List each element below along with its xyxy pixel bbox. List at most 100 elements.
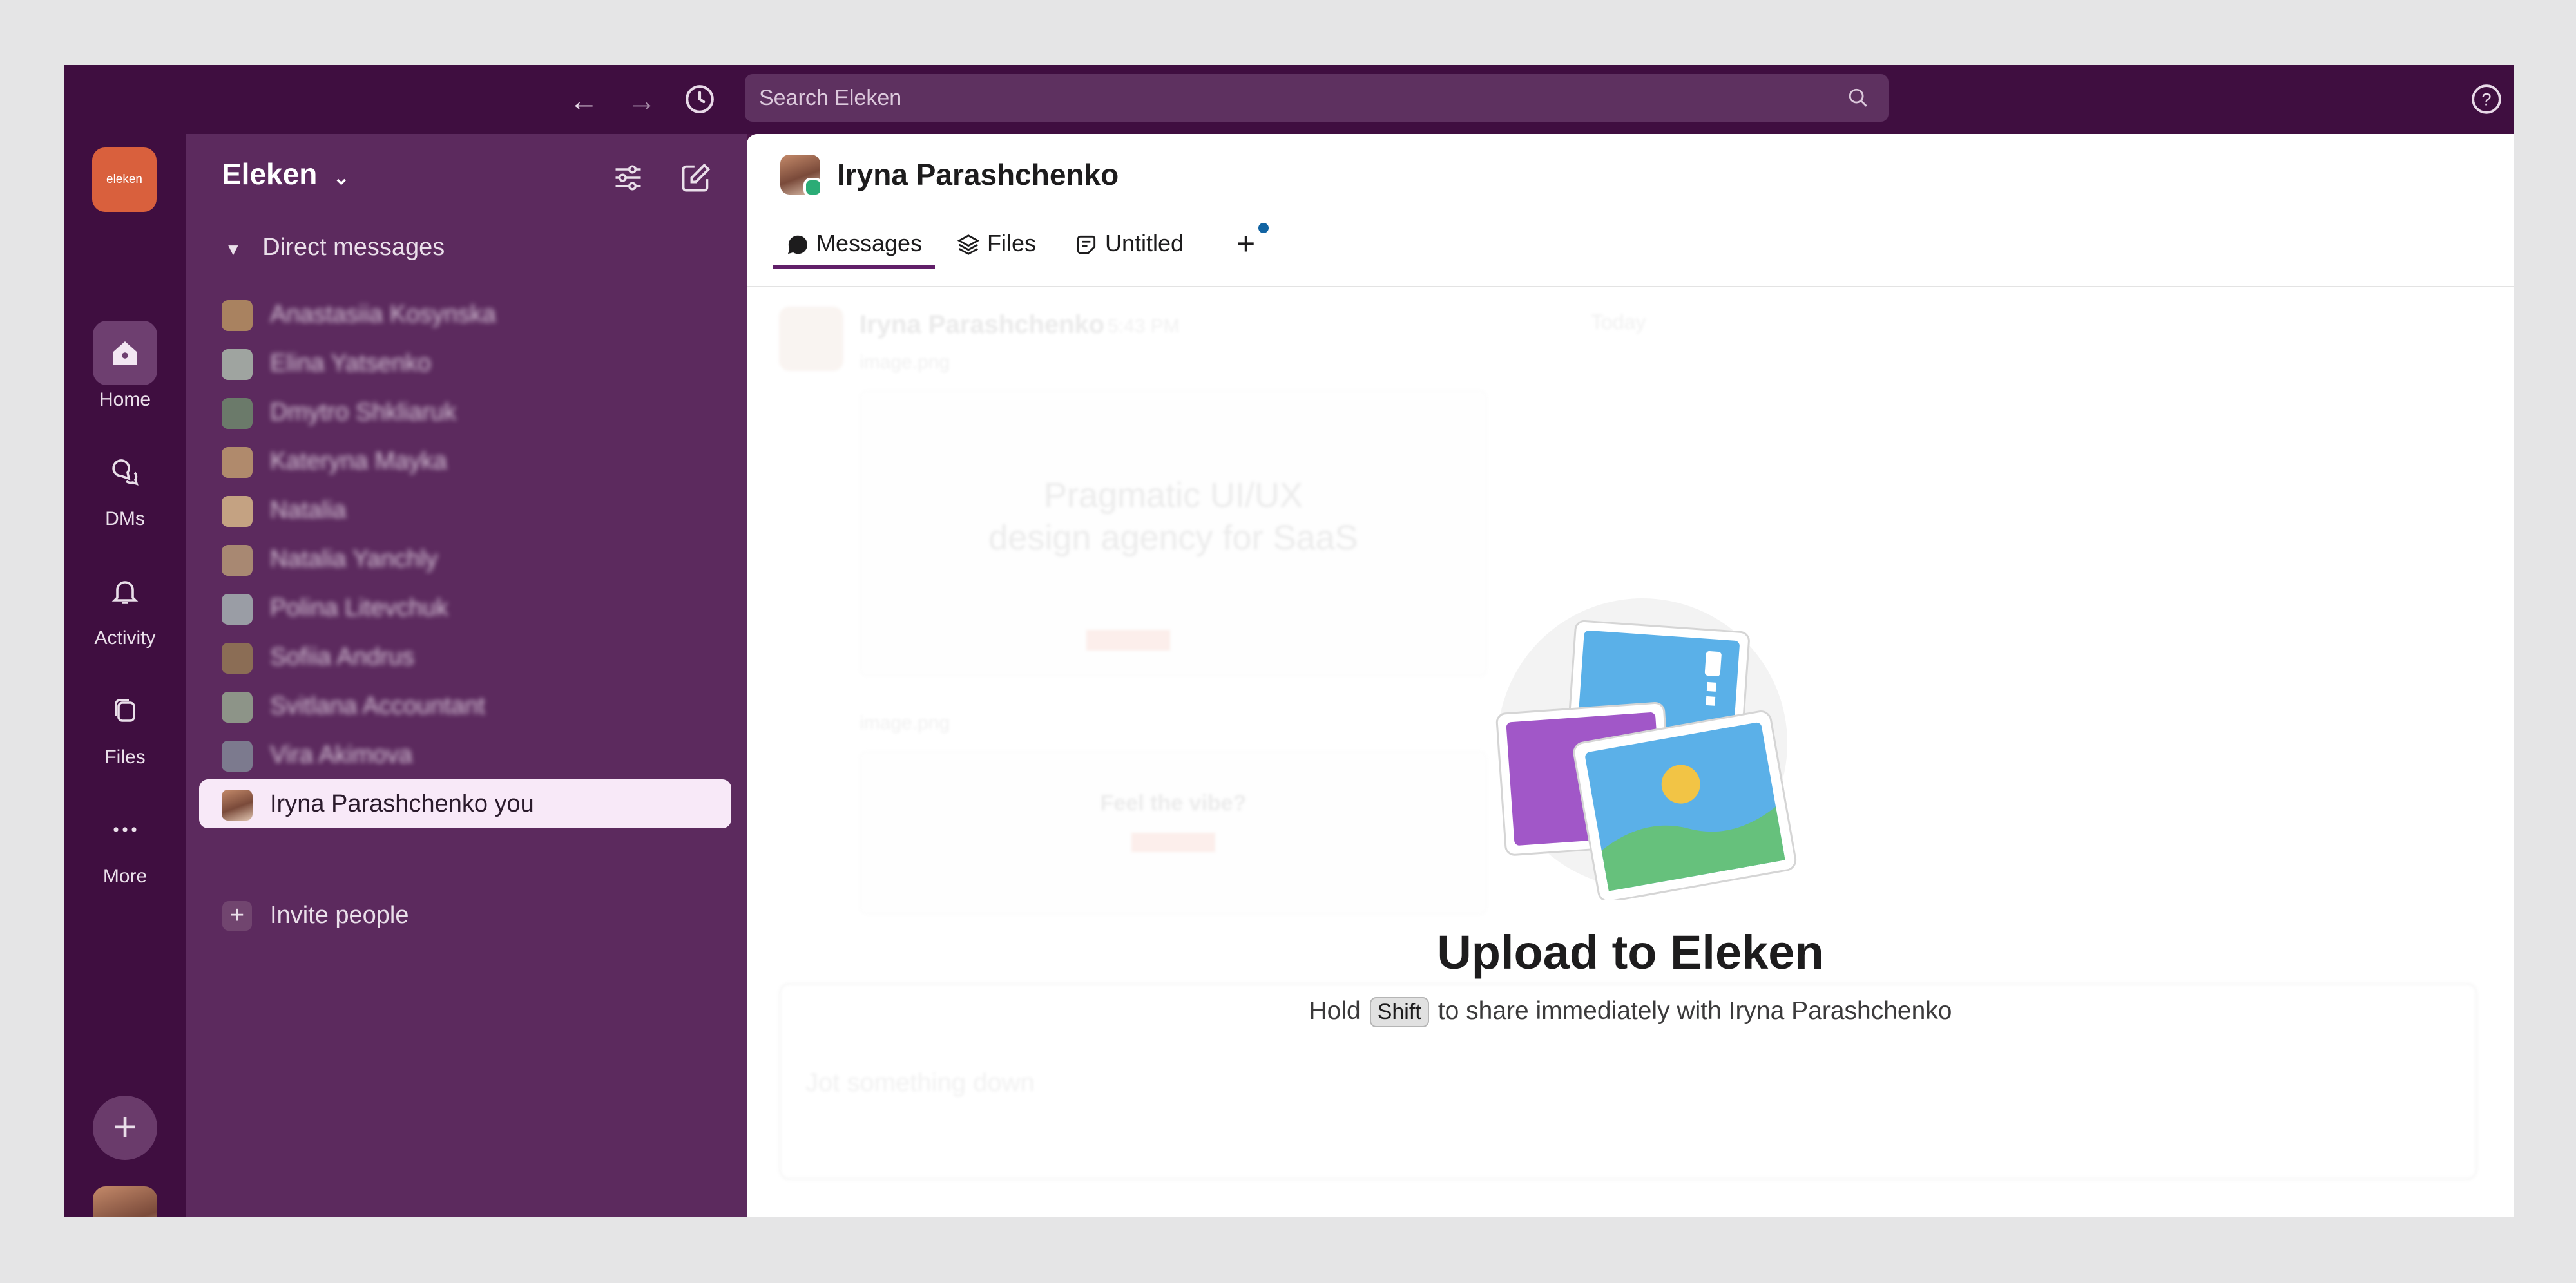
workspace-rail: eleken Home DMs Activity Files More + — [64, 134, 186, 1217]
direct-messages-header[interactable]: ▼ Direct messages — [225, 234, 445, 261]
dm-name: Sofiia Andrus — [270, 643, 414, 670]
dms-icon — [93, 440, 157, 504]
composer-placeholder: Jot something down — [805, 1069, 1035, 1097]
message-icon — [787, 236, 807, 254]
rail-home[interactable]: Home — [64, 321, 186, 411]
file-name: image.png — [860, 352, 950, 373]
dm-name: Polina Litevchuk — [270, 594, 448, 622]
conversation-pane: Iryna Parashchenko Messages Files Untitl… — [747, 134, 2514, 1217]
upload-illustration — [1488, 591, 1797, 904]
home-icon — [93, 321, 157, 385]
avatar — [222, 741, 253, 772]
plus-icon: + — [1236, 225, 1256, 261]
rail-dms[interactable]: DMs — [64, 440, 186, 530]
upload-hint-hold: Hold — [1309, 997, 1361, 1025]
workspace-name: Eleken — [222, 157, 318, 191]
rail-home-label: Home — [99, 389, 151, 410]
tab-messages-label: Messages — [816, 230, 923, 256]
preview-headline: Pragmatic UI/UX — [1043, 476, 1303, 515]
tab-untitled-label: Untitled — [1105, 230, 1184, 256]
upload-title: Upload to Eleken — [1437, 926, 1824, 979]
notification-dot — [1258, 223, 1269, 233]
tab-untitled[interactable]: Untitled — [1074, 224, 1184, 265]
invite-people-label: Invite people — [270, 902, 409, 929]
avatar — [780, 155, 823, 197]
workspace-logo[interactable]: eleken — [92, 147, 157, 212]
caret-down-icon: ▼ — [225, 240, 242, 259]
tab-files-label: Files — [987, 230, 1037, 256]
rail-activity[interactable]: Activity — [64, 559, 186, 649]
avatar — [222, 496, 253, 527]
dm-name: Natalia Yanchly — [270, 546, 438, 573]
compose-icon[interactable] — [679, 161, 713, 198]
search-input[interactable]: Search Eleken — [745, 74, 1889, 122]
slack-window: ← → Search Eleken ? eleken Home DMs Acti… — [64, 65, 2514, 1217]
search-icon — [1847, 87, 1869, 112]
dm-item[interactable]: Svitlana Accountant — [186, 681, 747, 730]
dm-item[interactable]: Elina Yatsenko — [186, 339, 747, 388]
forward-arrow-icon[interactable]: → — [624, 83, 659, 118]
workspace-name-button[interactable]: Eleken ⌄ — [222, 157, 349, 191]
preview-headline: design agency for SaaS — [988, 518, 1358, 557]
avatar — [222, 349, 253, 380]
preview-text: Feel the vibe? — [1100, 791, 1247, 815]
dm-name: Natalia — [270, 497, 347, 524]
direct-messages-label: Direct messages — [262, 234, 445, 261]
avatar — [222, 447, 253, 478]
avatar — [779, 307, 843, 371]
dm-name: Dmytro Shkliaruk — [270, 399, 457, 426]
upload-hint: Hold Shift to share immediately with Iryna… — [747, 997, 2514, 1027]
help-icon[interactable]: ? — [2470, 83, 2503, 119]
avatar — [222, 594, 253, 625]
rail-files-label: Files — [104, 746, 146, 768]
tab-files[interactable]: Files — [956, 224, 1036, 265]
bell-icon — [93, 559, 157, 623]
search-placeholder: Search Eleken — [759, 86, 902, 110]
dm-item[interactable]: Anastasiia Kosynska — [186, 290, 747, 339]
image-preview: Feel the vibe? — [860, 751, 1487, 915]
files-icon — [93, 678, 157, 743]
tab-messages[interactable]: Messages — [773, 224, 935, 269]
dm-item[interactable]: Natalia Yanchly — [186, 535, 747, 584]
shift-key-badge: Shift — [1369, 997, 1429, 1027]
chevron-down-icon: ⌄ — [333, 167, 350, 189]
dm-item[interactable]: Sofiia Andrus — [186, 632, 747, 681]
dm-item[interactable]: Vira Akimova — [186, 730, 747, 779]
plus-icon: + — [222, 901, 252, 931]
svg-text:?: ? — [2481, 89, 2491, 109]
dm-item[interactable]: Kateryna Mayka — [186, 437, 747, 486]
dm-name: Iryna Parashchenko you — [270, 790, 534, 817]
conversation-title: Iryna Parashchenko — [837, 158, 1119, 191]
file-name: image.png — [860, 712, 950, 734]
preview-button — [1086, 630, 1170, 651]
add-tab-button[interactable]: + — [1236, 223, 1269, 265]
dm-name: Vira Akimova — [270, 741, 413, 768]
rail-activity-label: Activity — [94, 627, 156, 649]
rail-files[interactable]: Files — [64, 678, 186, 768]
image-preview: Pragmatic UI/UX design agency for SaaS — [860, 390, 1487, 676]
invite-people-button[interactable]: + Invite people — [186, 891, 747, 940]
dm-name: Elina Yatsenko — [270, 350, 431, 377]
rail-more[interactable]: More — [64, 797, 186, 888]
avatar — [222, 545, 253, 576]
back-arrow-icon[interactable]: ← — [566, 83, 601, 118]
dm-name: Kateryna Mayka — [270, 448, 447, 475]
dm-item[interactable]: Natalia — [186, 486, 747, 535]
avatar — [222, 692, 253, 723]
history-icon[interactable] — [682, 83, 717, 118]
avatar — [222, 790, 253, 821]
dm-item[interactable]: Polina Litevchuk — [186, 584, 747, 632]
top-bar: ← → Search Eleken ? — [64, 65, 2514, 134]
layers-icon — [957, 234, 980, 256]
online-status-dot — [803, 178, 823, 197]
add-workspace-button[interactable]: + — [93, 1096, 157, 1160]
canvas-icon — [1077, 236, 1096, 254]
rail-more-label: More — [102, 866, 148, 887]
user-avatar[interactable] — [93, 1186, 157, 1217]
message-time: 5:43 PM — [1108, 316, 1180, 337]
avatar — [222, 300, 253, 331]
dm-item[interactable]: Dmytro Shkliaruk — [186, 388, 747, 437]
dm-name: Svitlana Accountant — [270, 692, 485, 719]
dm-item-selected[interactable]: Iryna Parashchenko you — [199, 779, 731, 828]
filter-icon[interactable] — [611, 161, 645, 198]
